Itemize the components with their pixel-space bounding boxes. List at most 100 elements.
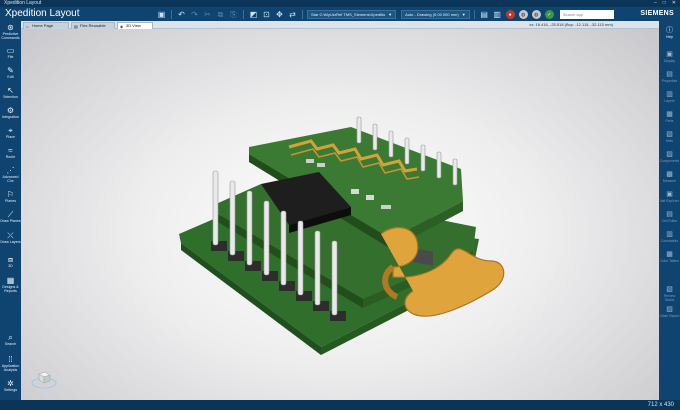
close-button[interactable]: ✕ (672, 0, 676, 7)
status-bar: 712 x 430 (0, 400, 680, 410)
application-analysis-icon: ⁞⁞ (8, 355, 13, 364)
main-toolbar: ▣ ↶ ↷ ✂ ⧉ ⎘ ◩ ⊡ ✥ ⇄ Star C:\MyUsrRef TMS… (156, 9, 614, 20)
sidebar-item-search[interactable]: ⌕ Search (0, 333, 21, 346)
sidebar-item-place[interactable]: ⌖ Place (0, 126, 21, 139)
layers-icon: ▥ (666, 91, 673, 98)
view-cube-icon[interactable] (31, 369, 57, 394)
route-tool-icon[interactable]: ⇄ (287, 9, 298, 20)
undo-icon[interactable]: ↶ (176, 9, 187, 20)
search-input[interactable]: Search app (559, 10, 614, 19)
designs-reports-icon: ▦ (6, 276, 15, 285)
view-area-icon[interactable]: ◩ (248, 9, 259, 20)
scheme-select[interactable]: Auto - Drawing (0.00 000 mm) ▼ (401, 10, 470, 19)
report-icon[interactable]: ▤ (479, 9, 490, 20)
sidebar-item-designs-reports[interactable]: ▦ Designs & Reports (0, 276, 21, 293)
sidebar-item-settings[interactable]: ✲ Settings (0, 379, 21, 392)
save-icon[interactable]: ▣ (156, 9, 167, 20)
components-icon: ▨ (666, 151, 673, 158)
draw-layers-icon: ⤫ (7, 231, 14, 240)
snap-icon[interactable]: ◍ (518, 10, 528, 19)
tab-flex-reusable[interactable]: ▤ Flex Reusable (71, 22, 115, 29)
pcb-3d-model (179, 116, 505, 355)
net-explorer-icon: ▣ (666, 191, 673, 198)
header: Xpedition Layout ▣ ↶ ↷ ✂ ⧉ ⎘ ◩ ⊡ ✥ ⇄ Sta… (0, 7, 680, 21)
maximize-button[interactable]: □ (663, 0, 666, 7)
sidebar-item-file[interactable]: ▭ File (0, 46, 21, 59)
online-drc-icon[interactable]: ✓ (544, 10, 554, 19)
nets-icon: ▧ (666, 131, 673, 138)
panel-properties[interactable]: ▤ Properties (659, 71, 680, 83)
place-icon: ⌖ (8, 126, 13, 135)
sidebar-item-integration[interactable]: ⚙ Integration (0, 106, 21, 119)
sidebar-item-planes[interactable]: ⚐ Planes (0, 190, 21, 203)
sidebar-item-predictive-commands[interactable]: ⊛ Predictive Commands (0, 23, 21, 40)
app-title: Xpedition Layout (5, 8, 80, 19)
3d-icon: ⧈ (7, 255, 14, 264)
parts-icon: ▦ (666, 111, 673, 118)
panel-constraints[interactable]: ▥ Constraints (659, 231, 680, 243)
redo-icon[interactable]: ↷ (189, 9, 200, 20)
window-title: Xpedition Layout (4, 0, 42, 6)
3d-viewport[interactable] (21, 29, 659, 400)
sidebar-item-advanced-circ[interactable]: ⋰ Advanced Circ (0, 166, 21, 183)
document-tabs: ⌂ Home Page ▤ Flex Reusable ◈ 3D View xx: 1… (21, 21, 659, 29)
copy-icon[interactable]: ⧉ (215, 9, 226, 20)
left-sidebar: ⊛ Predictive Commands ▭ File ✎ Edit ↖ Select… (0, 21, 21, 400)
file-icon: ▭ (6, 46, 15, 55)
draw-planes-icon: ⟋ (7, 210, 14, 219)
sidebar-item-3d[interactable]: ⧈ 3D (0, 255, 21, 268)
selection-icon: ↖ (7, 86, 14, 95)
sidebar-item-selection[interactable]: ↖ Selection (0, 86, 21, 99)
scheme-select-value: Auto - Drawing (0.00 000 mm) (405, 12, 459, 17)
review-status-icon: ▧ (666, 286, 673, 293)
panel-display[interactable]: ▣ Display (659, 51, 680, 63)
tab-3d-view[interactable]: ◈ 3D View (117, 22, 153, 29)
cursor-coordinates: xx: 16.416, -25.518 (Bcp: -12.115, -32.1… (529, 22, 613, 27)
panel-clash-report[interactable]: ▨ Clash Report (659, 306, 680, 318)
zoom-fit-icon[interactable]: ⊡ (261, 9, 272, 20)
advanced-circuit-icon: ⋰ (6, 166, 15, 175)
settings-icon: ✲ (7, 379, 14, 388)
project-select[interactable]: Star C:\MyUsrRef TMS_Siemens\Xpeditio ▼ (307, 10, 397, 19)
filter-icon[interactable]: ▥ (492, 9, 503, 20)
panel-cell-editor[interactable]: ▤ Cell Editor (659, 211, 680, 223)
search-icon: ⌕ (8, 333, 13, 342)
constraints-icon: ▥ (666, 231, 673, 238)
route-icon: ≈ (8, 146, 13, 155)
title-bar: Xpedition Layout – □ ✕ (0, 0, 680, 7)
integration-icon: ⚙ (6, 106, 15, 115)
edit-icon: ✎ (7, 66, 14, 75)
right-sidebar: ⓘ Help ▣ Display ▤ Properties ▥ Layers ▦ Part… (659, 21, 680, 400)
sidebar-item-edit[interactable]: ✎ Edit (0, 66, 21, 79)
drc-icon[interactable]: ● (505, 10, 515, 19)
canvas-size: 712 x 430 (647, 402, 674, 408)
tab-home-page[interactable]: ⌂ Home Page (23, 22, 69, 29)
panel-measure[interactable]: ▩ Measure (659, 171, 680, 183)
panel-parts[interactable]: ▦ Parts (659, 111, 680, 123)
grid-icon[interactable]: ◍ (531, 10, 541, 19)
pan-icon[interactable]: ✥ (274, 9, 285, 20)
panel-components[interactable]: ▨ Components (659, 151, 680, 163)
project-select-value: Star C:\MyUsrRef TMS_Siemens\Xpeditio (311, 12, 386, 17)
help-icon: ⓘ (666, 27, 673, 34)
panel-color-tables[interactable]: ▦ Color Tables (659, 251, 680, 263)
panel-net-explorer[interactable]: ▣ Net Explorer (659, 191, 680, 203)
planes-icon: ⚐ (6, 190, 15, 199)
panel-layers[interactable]: ▥ Layers (659, 91, 680, 103)
siemens-logo: SIEMENS (640, 10, 674, 17)
chevron-down-icon: ▼ (461, 12, 466, 17)
chevron-down-icon: ▼ (388, 12, 393, 17)
cell-editor-icon: ▤ (666, 211, 673, 218)
sidebar-item-draw-layers[interactable]: ⤫ Draw Layers (0, 231, 21, 244)
predictive-commands-icon: ⊛ (7, 23, 14, 32)
panel-nets[interactable]: ▧ Nets (659, 131, 680, 143)
panel-help[interactable]: ⓘ Help (659, 27, 680, 39)
clash-report-icon: ▨ (666, 306, 673, 313)
sidebar-item-route[interactable]: ≈ Route (0, 146, 21, 159)
sidebar-item-application-analysis[interactable]: ⁞⁞ Application Analysis (0, 355, 21, 372)
panel-review-status[interactable]: ▧ Review Status (659, 286, 680, 302)
paste-icon[interactable]: ⎘ (228, 9, 239, 20)
sidebar-item-draw-planes[interactable]: ⟋ Draw Planes (0, 210, 21, 223)
cut-icon[interactable]: ✂ (202, 9, 213, 20)
minimize-button[interactable]: – (654, 0, 657, 7)
